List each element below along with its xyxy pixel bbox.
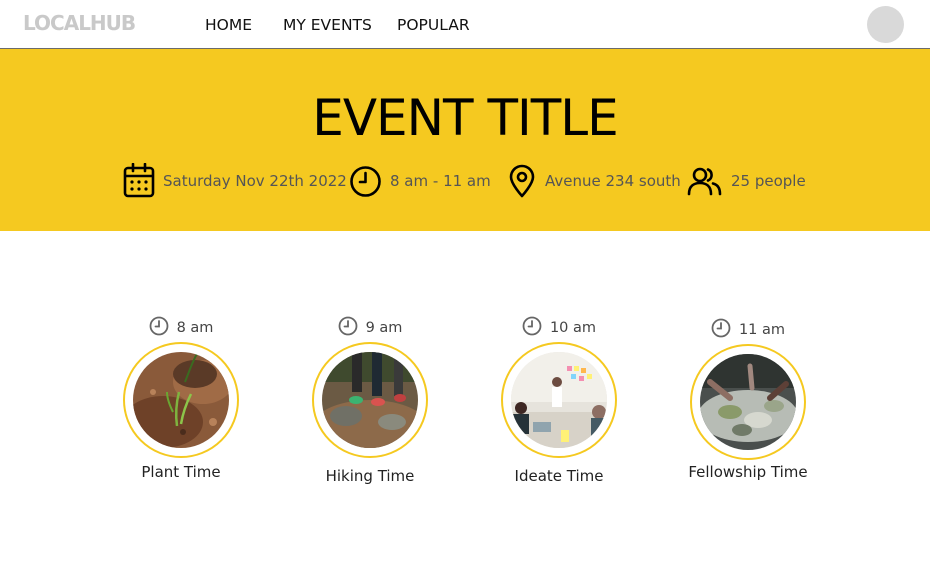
agenda-time-text: 11 am (738, 322, 786, 338)
clock-icon (522, 316, 542, 340)
agenda-time-text: 9 am (365, 320, 403, 336)
people-icon (687, 166, 723, 196)
app-logo[interactable]: LOCALHUB (23, 11, 136, 35)
clock-icon (338, 316, 358, 340)
agenda-time: 9 am (310, 316, 430, 340)
nav-my-events-link[interactable]: MY EVENTS (283, 16, 372, 34)
top-navbar: LOCALHUB HOME MY EVENTS POPULAR (0, 0, 930, 49)
event-location: Avenue 234 south (507, 163, 681, 199)
nav-popular-link[interactable]: POPULAR (397, 16, 470, 34)
fellowship-photo (700, 354, 796, 450)
agenda-thumbnail[interactable] (501, 342, 617, 458)
event-location-text: Avenue 234 south (545, 172, 681, 190)
agenda-label: Fellowship Time (688, 463, 808, 481)
event-attendees-text: 25 people (731, 172, 806, 190)
agenda-thumbnail[interactable] (312, 342, 428, 458)
event-time: 8 am - 11 am (349, 163, 491, 199)
clock-icon (711, 318, 731, 342)
event-attendees: 25 people (687, 163, 806, 199)
agenda-thumbnail[interactable] (690, 344, 806, 460)
calendar-icon (123, 163, 155, 199)
event-date: Saturday Nov 22th 2022 (123, 163, 347, 199)
hiking-photo (322, 352, 418, 448)
agenda-time: 8 am (121, 316, 241, 340)
clock-icon (149, 316, 169, 340)
agenda-time-text: 10 am (549, 320, 597, 336)
event-hero-banner: EVENT TITLE Saturday Nov 22th 2022 8 am … (0, 49, 930, 231)
ideate-photo (511, 352, 607, 448)
event-title: EVENT TITLE (312, 89, 619, 147)
nav-home-link[interactable]: HOME (205, 16, 252, 34)
plant-photo (133, 352, 229, 448)
agenda-label: Ideate Time (514, 467, 604, 485)
map-pin-icon (507, 164, 537, 198)
agenda-label: Plant Time (141, 463, 221, 481)
clock-icon (349, 165, 382, 198)
agenda-thumbnail[interactable] (123, 342, 239, 458)
user-avatar[interactable] (867, 6, 904, 43)
agenda-time-text: 8 am (176, 320, 214, 336)
event-date-text: Saturday Nov 22th 2022 (163, 172, 347, 190)
agenda-time: 11 am (688, 318, 808, 342)
agenda-time: 10 am (499, 316, 619, 340)
event-time-text: 8 am - 11 am (390, 172, 491, 190)
agenda-label: Hiking Time (325, 467, 415, 485)
